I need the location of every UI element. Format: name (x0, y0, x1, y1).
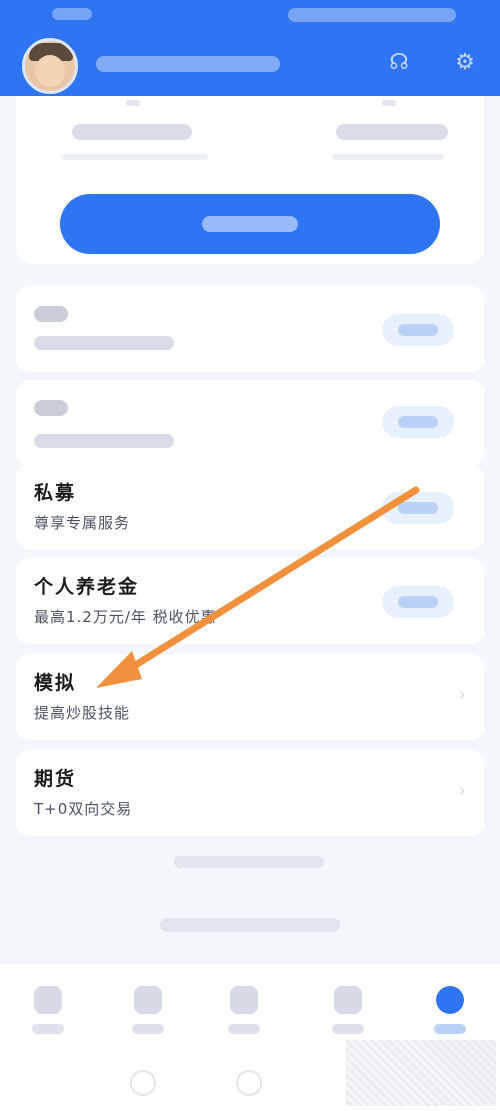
annotation-arrow-shaft (114, 486, 420, 680)
annotation-arrow (96, 486, 420, 688)
annotation-arrow-head (96, 651, 142, 688)
